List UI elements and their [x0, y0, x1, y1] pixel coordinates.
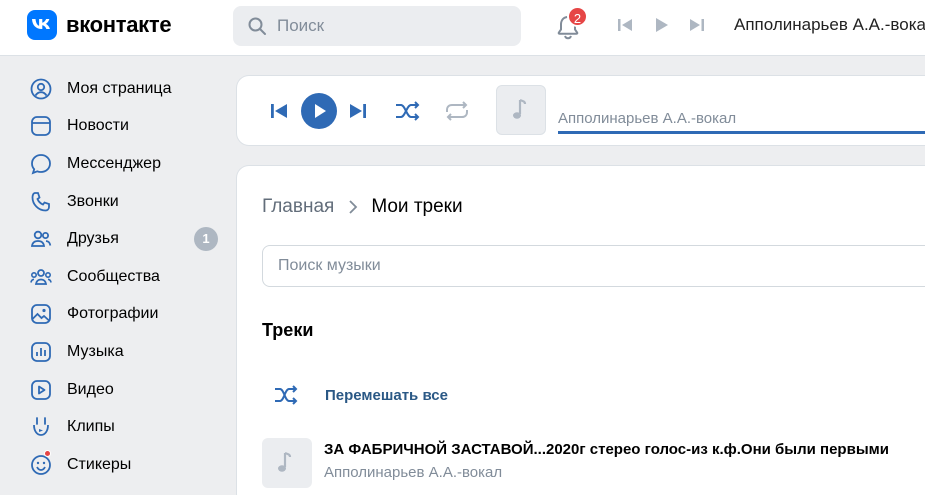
friends-icon [30, 230, 52, 248]
sidebar-item-label: Фотографии [67, 305, 159, 323]
friends-count-badge: 1 [194, 227, 218, 252]
music-note-icon [278, 451, 292, 472]
phone-icon [31, 191, 50, 211]
tracks-section-title: Треки [262, 320, 314, 340]
sidebar-item-label: Сообщества [67, 267, 160, 285]
sidebar-item-stickers[interactable]: Стикеры [24, 446, 224, 484]
logo-text: вконтакте [66, 12, 172, 37]
shuffle-icon[interactable] [394, 99, 422, 123]
global-search[interactable] [233, 6, 521, 46]
sidebar-item-clips[interactable]: Клипы [24, 408, 224, 446]
sidebar-item-messenger[interactable]: Мессенджер [24, 145, 224, 183]
photos-icon [31, 304, 51, 325]
header-player-controls [616, 16, 706, 34]
news-icon [31, 116, 51, 137]
track-cover[interactable] [262, 438, 312, 488]
left-sidebar: Моя страница Новости Мессенджер Звонки Д… [24, 70, 224, 484]
sidebar-item-video[interactable]: Видео [24, 371, 224, 409]
player-track-title: Апполинарьев А.А.-вокал [558, 110, 737, 127]
music-page: Главная Мои треки Треки Перемешать все З… [237, 166, 925, 495]
sidebar-item-news[interactable]: Новости [24, 108, 224, 146]
sidebar-item-label: Видео [67, 380, 114, 398]
audio-player: Апполинарьев А.А.-вокал [237, 76, 925, 145]
next-track-icon[interactable] [348, 101, 368, 121]
music-note-icon [513, 98, 527, 119]
sidebar-item-label: Звонки [67, 192, 119, 210]
prev-track-icon[interactable] [616, 16, 634, 34]
new-indicator-dot [44, 449, 51, 457]
sidebar-item-label: Стикеры [67, 455, 132, 473]
notifications-badge: 2 [567, 6, 588, 27]
sidebar-item-communities[interactable]: Сообщества [24, 258, 224, 296]
music-search-input[interactable] [278, 257, 878, 275]
sidebar-item-photos[interactable]: Фотографии [24, 296, 224, 334]
track-cover [496, 85, 546, 135]
sidebar-item-label: Друзья [67, 230, 119, 248]
sidebar-item-label: Мессенджер [67, 154, 161, 172]
prev-track-icon[interactable] [269, 101, 289, 121]
track-artist[interactable]: Апполинарьев А.А.-вокал [324, 464, 502, 481]
breadcrumb: Главная Мои треки [262, 196, 463, 218]
track-row[interactable]: ЗА ФАБРИЧНОЙ ЗАСТАВОЙ...2020г стерео гол… [262, 436, 922, 488]
track-title: ЗА ФАБРИЧНОЙ ЗАСТАВОЙ...2020г стерео гол… [324, 441, 889, 458]
shuffle-all-button[interactable]: Перемешать все [262, 380, 448, 410]
search-input[interactable] [277, 16, 497, 36]
play-button[interactable] [301, 93, 337, 129]
header-now-playing[interactable]: Апполинарьев А.А.-вокал [734, 15, 925, 35]
sidebar-item-label: Новости [67, 117, 129, 135]
page-title: Мои треки [371, 196, 463, 217]
user-circle-icon [30, 78, 52, 100]
video-icon [31, 379, 51, 400]
communities-icon [30, 268, 52, 285]
next-track-icon[interactable] [688, 16, 706, 34]
top-header: вконтакте 2 Апполинарьев А.А.-вокал [0, 0, 925, 56]
sidebar-item-label: Клипы [67, 418, 115, 436]
sidebar-item-calls[interactable]: Звонки [24, 183, 224, 221]
sidebar-item-music[interactable]: Музыка [24, 333, 224, 371]
shuffle-all-label: Перемешать все [325, 386, 448, 404]
vk-logo[interactable]: вконтакте [27, 10, 172, 40]
shuffle-icon [275, 385, 298, 405]
sidebar-item-label: Моя страница [67, 79, 172, 97]
play-icon [315, 104, 326, 118]
clips-icon [33, 417, 49, 437]
repeat-icon[interactable] [443, 99, 471, 123]
player-progress-bar[interactable] [558, 131, 925, 134]
sidebar-item-label: Музыка [67, 342, 124, 360]
vk-logo-icon [27, 10, 57, 40]
breadcrumb-home-link[interactable]: Главная [262, 196, 334, 218]
music-search[interactable] [262, 245, 925, 287]
search-icon [248, 17, 266, 35]
play-icon[interactable] [652, 16, 670, 34]
chevron-right-icon [349, 200, 358, 214]
sidebar-item-my-page[interactable]: Моя страница [24, 70, 224, 108]
music-icon [31, 342, 51, 362]
sidebar-item-friends[interactable]: Друзья 1 [24, 220, 224, 258]
message-icon [31, 154, 51, 175]
